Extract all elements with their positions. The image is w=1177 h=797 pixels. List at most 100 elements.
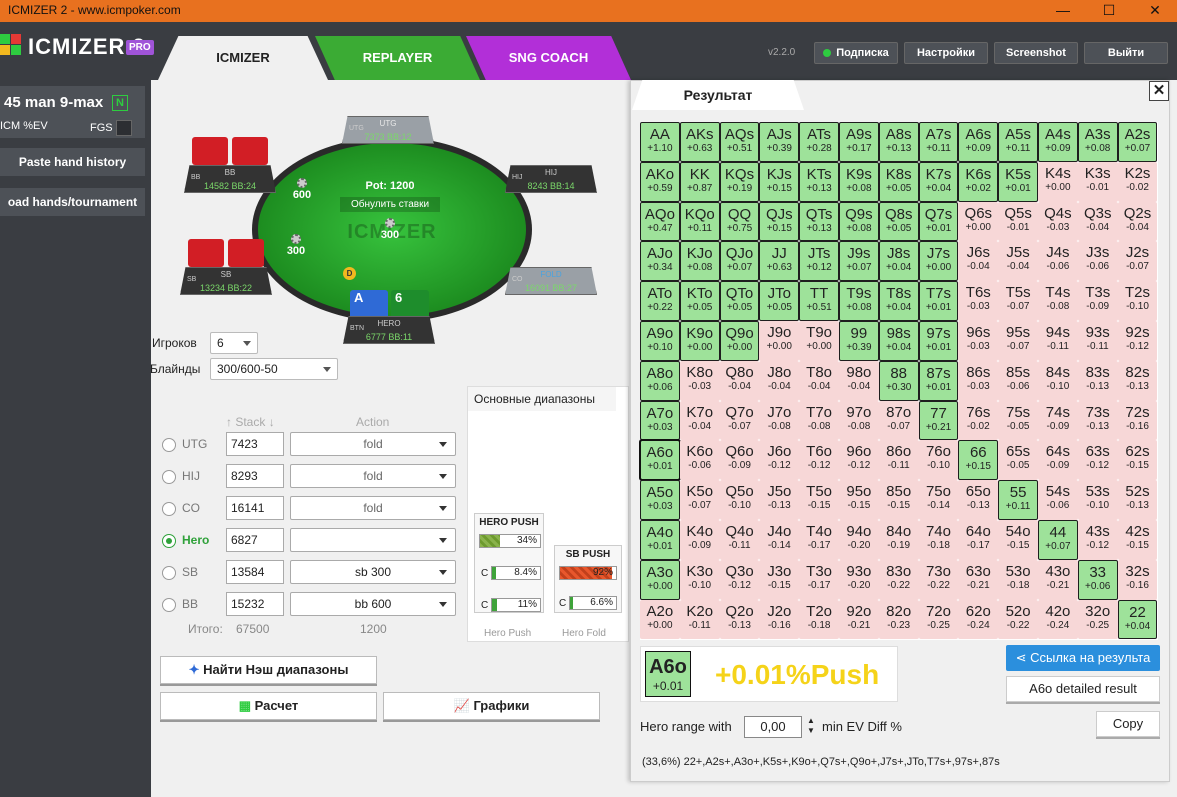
min-ev-diff-input[interactable]: 0,00: [744, 716, 802, 738]
matrix-cell[interactable]: T3o -0.17: [799, 559, 839, 600]
player-radio[interactable]: [162, 598, 176, 612]
matrix-cell[interactable]: 86o -0.11: [878, 440, 919, 481]
matrix-cell[interactable]: 63s -0.12: [1077, 440, 1118, 481]
matrix-cell[interactable]: 74o -0.18: [918, 520, 959, 560]
matrix-cell[interactable]: T7s +0.01: [918, 281, 959, 321]
matrix-cell[interactable]: KK +0.87: [679, 161, 720, 202]
matrix-cell[interactable]: QTs +0.13: [799, 201, 839, 242]
matrix-cell[interactable]: A4o +0.01: [640, 520, 680, 560]
matrix-cell[interactable]: 86s -0.03: [958, 360, 999, 401]
matrix-cell[interactable]: A6s +0.09: [958, 122, 999, 162]
matrix-cell[interactable]: T6s -0.03: [958, 281, 999, 321]
matrix-cell[interactable]: KJs +0.15: [759, 161, 800, 202]
matrix-cell[interactable]: K2s -0.02: [1117, 161, 1158, 202]
stack-input[interactable]: 13584: [226, 560, 284, 584]
tab-result[interactable]: Результат: [632, 80, 804, 110]
matrix-cell[interactable]: K5o -0.07: [679, 480, 720, 520]
matrix-cell[interactable]: Q5o -0.10: [719, 480, 760, 520]
matrix-cell[interactable]: Q4o -0.11: [719, 520, 760, 560]
matrix-cell[interactable]: KTo +0.05: [679, 281, 720, 321]
matrix-cell[interactable]: T9o +0.00: [799, 321, 839, 361]
matrix-cell[interactable]: 43o -0.21: [1038, 559, 1078, 600]
matrix-cell[interactable]: J2s -0.07: [1117, 241, 1158, 282]
matrix-cell[interactable]: J3o -0.15: [759, 559, 800, 600]
matrix-cell[interactable]: AQs +0.51: [719, 122, 760, 162]
matrix-cell[interactable]: T2o -0.18: [799, 599, 839, 640]
action-select[interactable]: sb 300: [290, 560, 456, 584]
matrix-cell[interactable]: K3s -0.01: [1077, 161, 1118, 202]
matrix-cell[interactable]: QTo +0.05: [719, 281, 760, 321]
matrix-cell[interactable]: A6o +0.01: [639, 439, 681, 482]
matrix-cell[interactable]: 96o -0.12: [839, 440, 879, 481]
matrix-cell[interactable]: K6s +0.02: [958, 161, 999, 202]
matrix-cell[interactable]: J5s -0.04: [998, 241, 1038, 282]
matrix-cell[interactable]: T3s -0.09: [1077, 281, 1118, 321]
matrix-cell[interactable]: AJs +0.39: [759, 122, 800, 162]
matrix-cell[interactable]: ATs +0.28: [799, 122, 839, 162]
matrix-cell[interactable]: J8o -0.04: [759, 360, 800, 401]
find-nash-button[interactable]: ✦ Найти Нэш диапазоны: [160, 656, 377, 684]
matrix-cell[interactable]: Q7o -0.07: [719, 400, 760, 441]
matrix-cell[interactable]: T8s +0.04: [878, 281, 919, 321]
matrix-cell[interactable]: TT +0.51: [799, 281, 839, 321]
matrix-cell[interactable]: 64o -0.17: [958, 520, 999, 560]
matrix-cell[interactable]: 63o -0.21: [958, 559, 999, 600]
exit-button[interactable]: Выйти: [1084, 42, 1168, 64]
tab-sng-coach[interactable]: SNG COACH: [466, 36, 631, 80]
matrix-cell[interactable]: T5o -0.15: [799, 480, 839, 520]
matrix-cell[interactable]: 53s -0.10: [1077, 480, 1118, 520]
matrix-cell[interactable]: 52o -0.22: [998, 599, 1038, 640]
fgs-checkbox[interactable]: [116, 120, 132, 136]
matrix-cell[interactable]: J8s +0.04: [878, 241, 919, 282]
matrix-cell[interactable]: J4o -0.14: [759, 520, 800, 560]
matrix-cell[interactable]: Q8o -0.04: [719, 360, 760, 401]
matrix-cell[interactable]: 54o -0.15: [998, 520, 1038, 560]
settings-button[interactable]: Настройки: [904, 42, 988, 64]
matrix-cell[interactable]: 97s +0.01: [918, 321, 959, 361]
calculate-button[interactable]: ▦ Расчет: [160, 692, 377, 720]
matrix-cell[interactable]: J3s -0.06: [1077, 241, 1118, 282]
matrix-cell[interactable]: 94s -0.11: [1038, 321, 1078, 361]
matrix-cell[interactable]: 93o -0.20: [839, 559, 879, 600]
matrix-cell[interactable]: Q5s -0.01: [998, 201, 1038, 242]
tab-replayer[interactable]: REPLAYER: [315, 36, 480, 80]
matrix-cell[interactable]: 33 +0.06: [1077, 559, 1118, 600]
matrix-cell[interactable]: 76o -0.10: [918, 440, 959, 481]
matrix-cell[interactable]: 44 +0.07: [1038, 520, 1078, 560]
matrix-cell[interactable]: J2o -0.16: [759, 599, 800, 640]
share-link-button[interactable]: ⋖ Ссылка на результа: [1006, 645, 1160, 671]
min-ev-stepper[interactable]: ▲ ▼: [806, 716, 816, 738]
matrix-cell[interactable]: K7s +0.04: [918, 161, 959, 202]
matrix-cell[interactable]: 75s -0.05: [998, 400, 1038, 441]
matrix-cell[interactable]: A8s +0.13: [878, 122, 919, 162]
matrix-cell[interactable]: Q2s -0.04: [1117, 201, 1158, 242]
matrix-cell[interactable]: 75o -0.14: [918, 480, 959, 520]
seat-utg[interactable]: UTG UTG 7373 BB:12: [342, 116, 434, 144]
matrix-cell[interactable]: K7o -0.04: [679, 400, 720, 441]
close-result-button[interactable]: ✕: [1149, 81, 1169, 101]
matrix-cell[interactable]: T4s -0.08: [1038, 281, 1078, 321]
matrix-cell[interactable]: 54s -0.06: [1038, 480, 1078, 520]
matrix-cell[interactable]: Q6s +0.00: [958, 201, 999, 242]
action-select[interactable]: fold: [290, 432, 456, 456]
matrix-cell[interactable]: A7s +0.11: [918, 122, 959, 162]
matrix-cell[interactable]: QQ +0.75: [719, 201, 760, 242]
matrix-cell[interactable]: 42s -0.15: [1117, 520, 1158, 560]
matrix-cell[interactable]: A2o +0.00: [640, 599, 680, 640]
matrix-cell[interactable]: 77 +0.21: [918, 400, 959, 441]
matrix-cell[interactable]: T5s -0.07: [998, 281, 1038, 321]
matrix-cell[interactable]: A5s +0.11: [998, 122, 1038, 162]
matrix-cell[interactable]: K4s +0.00: [1038, 161, 1078, 202]
maximize-button[interactable]: ☐: [1086, 0, 1132, 22]
matrix-cell[interactable]: 74s -0.09: [1038, 400, 1078, 441]
player-radio[interactable]: [162, 502, 176, 516]
matrix-cell[interactable]: 73o -0.22: [918, 559, 959, 600]
matrix-cell[interactable]: 72s -0.16: [1117, 400, 1158, 441]
paste-hand-history-button[interactable]: Paste hand history: [0, 148, 145, 176]
matrix-cell[interactable]: KTs +0.13: [799, 161, 839, 202]
matrix-cell[interactable]: 93s -0.11: [1077, 321, 1118, 361]
action-select[interactable]: fold: [290, 496, 456, 520]
matrix-cell[interactable]: A9s +0.17: [839, 122, 879, 162]
matrix-cell[interactable]: J4s -0.06: [1038, 241, 1078, 282]
matrix-cell[interactable]: 62o -0.24: [958, 599, 999, 640]
